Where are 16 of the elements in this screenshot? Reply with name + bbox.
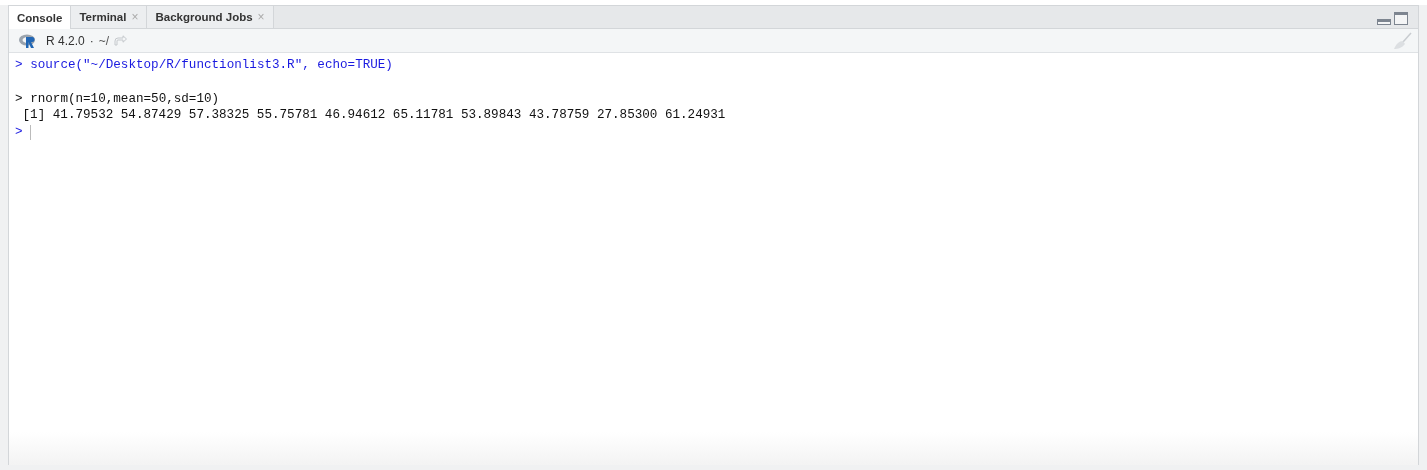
console-command: rnorm(n=10,mean=50,sd=10) [30,90,220,108]
r-logo-icon [19,33,37,48]
r-version: R 4.2.0 [46,33,85,48]
separator-dot: · [89,33,94,48]
tab[interactable]: Background Jobs × [147,6,274,28]
minimize-icon[interactable] [1377,19,1391,25]
console-command: source("~/Desktop/R/functionlist3.R", echo=TRUE) [30,57,393,74]
prompt-symbol: > [15,124,23,141]
prompt-symbol: > [15,57,23,74]
prompt-symbol: > [15,90,23,108]
working-directory: ~/ [98,33,110,48]
tab[interactable]: Console [9,6,72,29]
tab[interactable]: Terminal × [71,6,148,28]
maximize-icon[interactable] [1394,12,1408,25]
text-cursor [29,125,31,141]
console-output: [1] 41.79532 54.87429 57.38325 55.75781 46.94612 65.11781 53.89843 43.78759 27.85300 61.24931 [21,107,726,125]
